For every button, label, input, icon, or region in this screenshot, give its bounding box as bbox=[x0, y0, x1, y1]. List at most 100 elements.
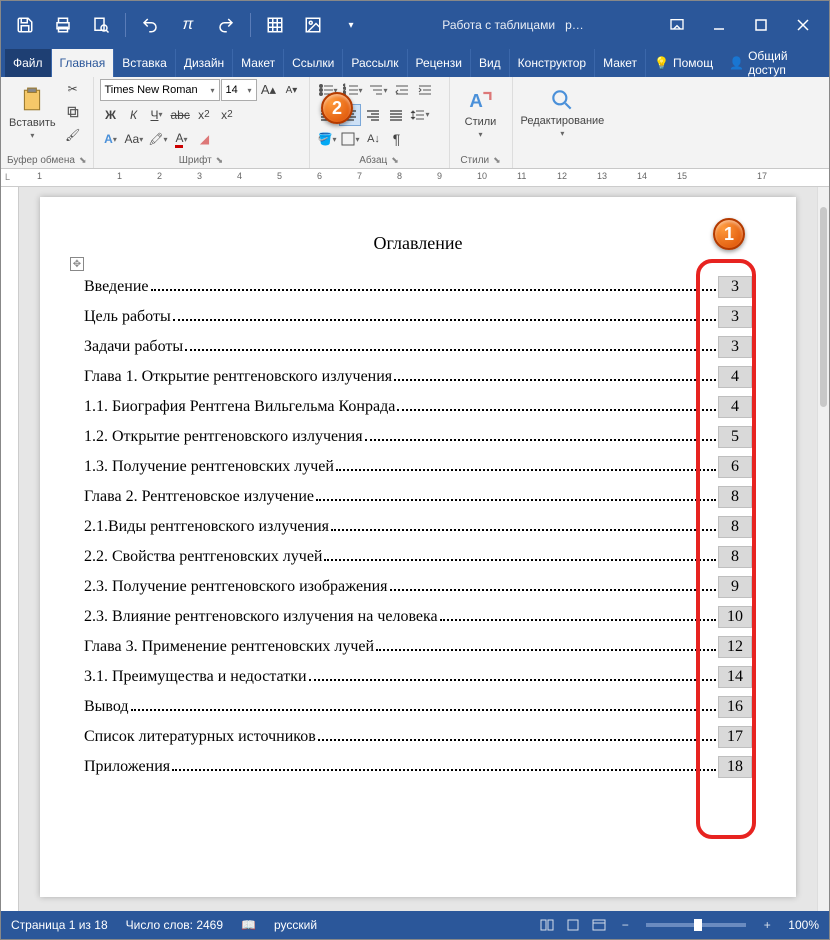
zoom-level[interactable]: 100% bbox=[788, 918, 819, 932]
tab-file[interactable]: Файл bbox=[5, 49, 52, 77]
toc-page-number[interactable]: 3 bbox=[718, 306, 752, 328]
tab-insert[interactable]: Вставка bbox=[114, 49, 176, 77]
picture-button[interactable] bbox=[295, 7, 331, 43]
share-button[interactable]: 👤Общий доступ bbox=[721, 49, 825, 77]
clipboard-dialog-launcher[interactable]: ⬊ bbox=[79, 155, 87, 166]
scrollbar-thumb[interactable] bbox=[820, 207, 827, 407]
vertical-scrollbar[interactable] bbox=[817, 187, 829, 911]
qat-customize-button[interactable]: ▾ bbox=[333, 7, 369, 43]
styles-button[interactable]: A Стили▾ bbox=[456, 79, 506, 145]
document-area[interactable]: ✥ Оглавление Введение3 Цель работы3Задач… bbox=[19, 187, 817, 911]
tell-me[interactable]: 💡Помощ bbox=[646, 49, 721, 77]
tab-layout[interactable]: Макет bbox=[233, 49, 284, 77]
print-layout-button[interactable] bbox=[560, 915, 586, 935]
highlight-button[interactable]: 🖍▾ bbox=[146, 128, 169, 150]
minimize-button[interactable] bbox=[699, 7, 739, 43]
italic-button[interactable]: К bbox=[123, 104, 145, 126]
ruler-mark: 1 bbox=[117, 171, 122, 181]
tab-design[interactable]: Дизайн bbox=[176, 49, 233, 77]
toc-page-number[interactable]: 6 bbox=[718, 456, 752, 478]
table-button[interactable] bbox=[257, 7, 293, 43]
toc-page-number[interactable]: 9 bbox=[718, 576, 752, 598]
toc-page-number[interactable]: 3 bbox=[718, 336, 752, 358]
toc-page-number[interactable]: 10 bbox=[718, 606, 752, 628]
copy-button[interactable] bbox=[62, 102, 84, 123]
close-button[interactable] bbox=[783, 7, 823, 43]
tab-table-design[interactable]: Конструктор bbox=[510, 49, 595, 77]
font-color-button[interactable]: A▾ bbox=[170, 128, 192, 150]
zoom-in-button[interactable]: + bbox=[754, 915, 780, 935]
grow-font-button[interactable]: A▴ bbox=[258, 79, 280, 101]
status-page[interactable]: Страница 1 из 18 bbox=[11, 918, 108, 932]
line-spacing-button[interactable]: ▾ bbox=[408, 104, 432, 126]
font-dialog-launcher[interactable]: ⬊ bbox=[216, 155, 224, 166]
toc-page-number[interactable]: 16 bbox=[718, 696, 752, 718]
toc-row: 2.3. Влияние рентгеновского излучения на… bbox=[84, 606, 752, 628]
status-words[interactable]: Число слов: 2469 bbox=[126, 918, 223, 932]
tab-view[interactable]: Вид bbox=[471, 49, 510, 77]
clear-formatting-button[interactable]: ◢ bbox=[193, 128, 215, 150]
tab-review[interactable]: Рецензи bbox=[408, 49, 471, 77]
sort-button[interactable]: А↓ bbox=[362, 128, 384, 150]
web-layout-button[interactable] bbox=[586, 915, 612, 935]
font-size-combo[interactable]: 14▾ bbox=[221, 79, 257, 101]
align-right-button[interactable] bbox=[362, 104, 384, 126]
multilevel-list-button[interactable]: ▾ bbox=[366, 79, 390, 101]
horizontal-ruler[interactable]: L 112345678910111213141517 bbox=[1, 169, 829, 187]
change-case-button[interactable]: Aa▾ bbox=[123, 128, 146, 150]
tab-home[interactable]: Главная bbox=[52, 49, 115, 77]
superscript-button[interactable]: x2 bbox=[216, 104, 238, 126]
save-button[interactable] bbox=[7, 7, 43, 43]
zoom-slider[interactable] bbox=[646, 923, 746, 927]
status-proofing[interactable]: 📖 bbox=[241, 918, 256, 932]
toc-leader bbox=[318, 739, 716, 741]
format-painter-button[interactable]: 🖌 bbox=[62, 124, 84, 145]
print-button[interactable] bbox=[45, 7, 81, 43]
vertical-ruler[interactable] bbox=[1, 187, 19, 911]
text-effects-button[interactable]: A▾ bbox=[100, 128, 122, 150]
equation-button[interactable]: π bbox=[170, 7, 206, 43]
paragraph-dialog-launcher[interactable]: ⬊ bbox=[391, 155, 399, 166]
editing-button[interactable]: Редактирование▾ bbox=[519, 79, 607, 145]
redo-button[interactable] bbox=[208, 7, 244, 43]
tab-references[interactable]: Ссылки bbox=[284, 49, 343, 77]
read-mode-button[interactable] bbox=[534, 915, 560, 935]
shrink-font-button[interactable]: A▾ bbox=[281, 79, 303, 101]
toc-page-number[interactable]: 4 bbox=[718, 366, 752, 388]
shading-button[interactable]: 🪣▾ bbox=[316, 128, 339, 150]
table-move-handle[interactable]: ✥ bbox=[70, 257, 84, 271]
maximize-button[interactable] bbox=[741, 7, 781, 43]
ribbon-display-button[interactable] bbox=[657, 7, 697, 43]
toc-page-number[interactable]: 3 bbox=[718, 276, 752, 298]
paste-button[interactable]: Вставить ▾ bbox=[7, 79, 58, 145]
zoom-out-button[interactable]: − bbox=[612, 915, 638, 935]
toc-text: 1.2. Открытие рентгеновского излучения bbox=[84, 428, 363, 446]
decrease-indent-button[interactable] bbox=[391, 79, 413, 101]
toc-page-number[interactable]: 18 bbox=[718, 756, 752, 778]
subscript-button[interactable]: x2 bbox=[193, 104, 215, 126]
strikethrough-button[interactable]: abc bbox=[169, 104, 192, 126]
show-marks-button[interactable]: ¶ bbox=[385, 128, 407, 150]
toc-page-number[interactable]: 14 bbox=[718, 666, 752, 688]
justify-button[interactable] bbox=[385, 104, 407, 126]
toc-page-number[interactable]: 17 bbox=[718, 726, 752, 748]
toc-page-number[interactable]: 8 bbox=[718, 516, 752, 538]
tab-mailings[interactable]: Рассылк bbox=[343, 49, 407, 77]
undo-button[interactable] bbox=[132, 7, 168, 43]
cut-button[interactable]: ✂ bbox=[62, 79, 84, 100]
status-language[interactable]: русский bbox=[274, 918, 317, 932]
borders-button[interactable]: ▾ bbox=[339, 128, 361, 150]
styles-dialog-launcher[interactable]: ⬊ bbox=[493, 155, 501, 166]
bold-button[interactable]: Ж bbox=[100, 104, 122, 126]
preview-button[interactable] bbox=[83, 7, 119, 43]
toc-page-number[interactable]: 8 bbox=[718, 486, 752, 508]
font-name-combo[interactable]: Times New Roman▾ bbox=[100, 79, 220, 101]
ruler-mark: 2 bbox=[157, 171, 162, 181]
toc-page-number[interactable]: 5 bbox=[718, 426, 752, 448]
toc-page-number[interactable]: 4 bbox=[718, 396, 752, 418]
increase-indent-button[interactable] bbox=[414, 79, 436, 101]
toc-page-number[interactable]: 8 bbox=[718, 546, 752, 568]
tab-table-layout[interactable]: Макет bbox=[595, 49, 646, 77]
underline-button[interactable]: Ч▾ bbox=[146, 104, 168, 126]
toc-page-number[interactable]: 12 bbox=[718, 636, 752, 658]
